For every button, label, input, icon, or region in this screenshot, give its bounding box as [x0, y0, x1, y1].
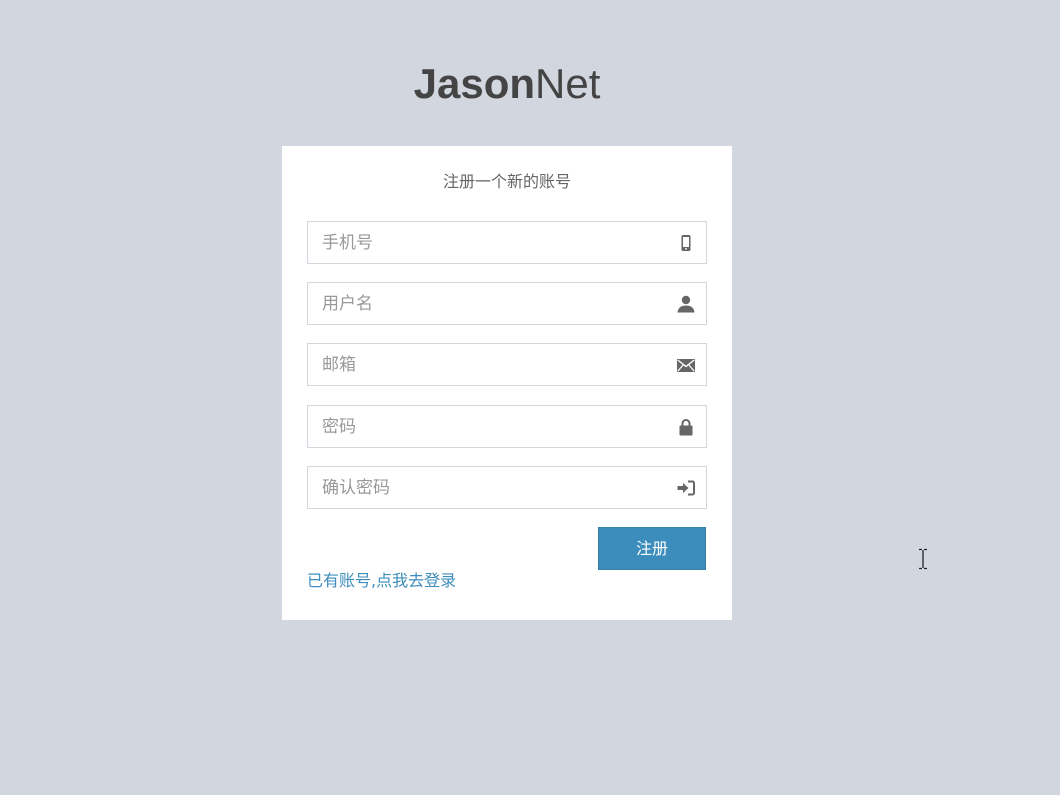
text-cursor-icon: [918, 548, 928, 570]
username-input[interactable]: [308, 283, 706, 324]
email-field[interactable]: [307, 343, 707, 386]
lock-icon: [676, 417, 696, 437]
phone-field[interactable]: [307, 221, 707, 264]
email-input[interactable]: [308, 344, 706, 385]
envelope-icon: [676, 355, 696, 375]
confirm-password-field[interactable]: [307, 466, 707, 509]
confirm-password-input[interactable]: [308, 467, 706, 508]
register-box: 注册一个新的账号 手机号 用户名 邮箱 注册 已有账号,点我去登录: [282, 146, 732, 620]
app-logo: JasonNet: [0, 56, 1014, 112]
sign-in-icon: [676, 478, 696, 498]
password-input[interactable]: [308, 406, 706, 447]
logo-bold-text: Jason: [413, 60, 536, 107]
register-title: 注册一个新的账号: [442, 172, 571, 191]
mobile-icon: [676, 233, 696, 253]
register-button[interactable]: 注册: [598, 527, 706, 570]
user-icon: [676, 294, 696, 314]
phone-input[interactable]: [308, 222, 706, 263]
login-link[interactable]: 已有账号,点我去登录: [307, 569, 456, 593]
password-field[interactable]: [307, 405, 707, 448]
username-field[interactable]: [307, 282, 707, 325]
logo-light-text: Net: [535, 60, 601, 107]
